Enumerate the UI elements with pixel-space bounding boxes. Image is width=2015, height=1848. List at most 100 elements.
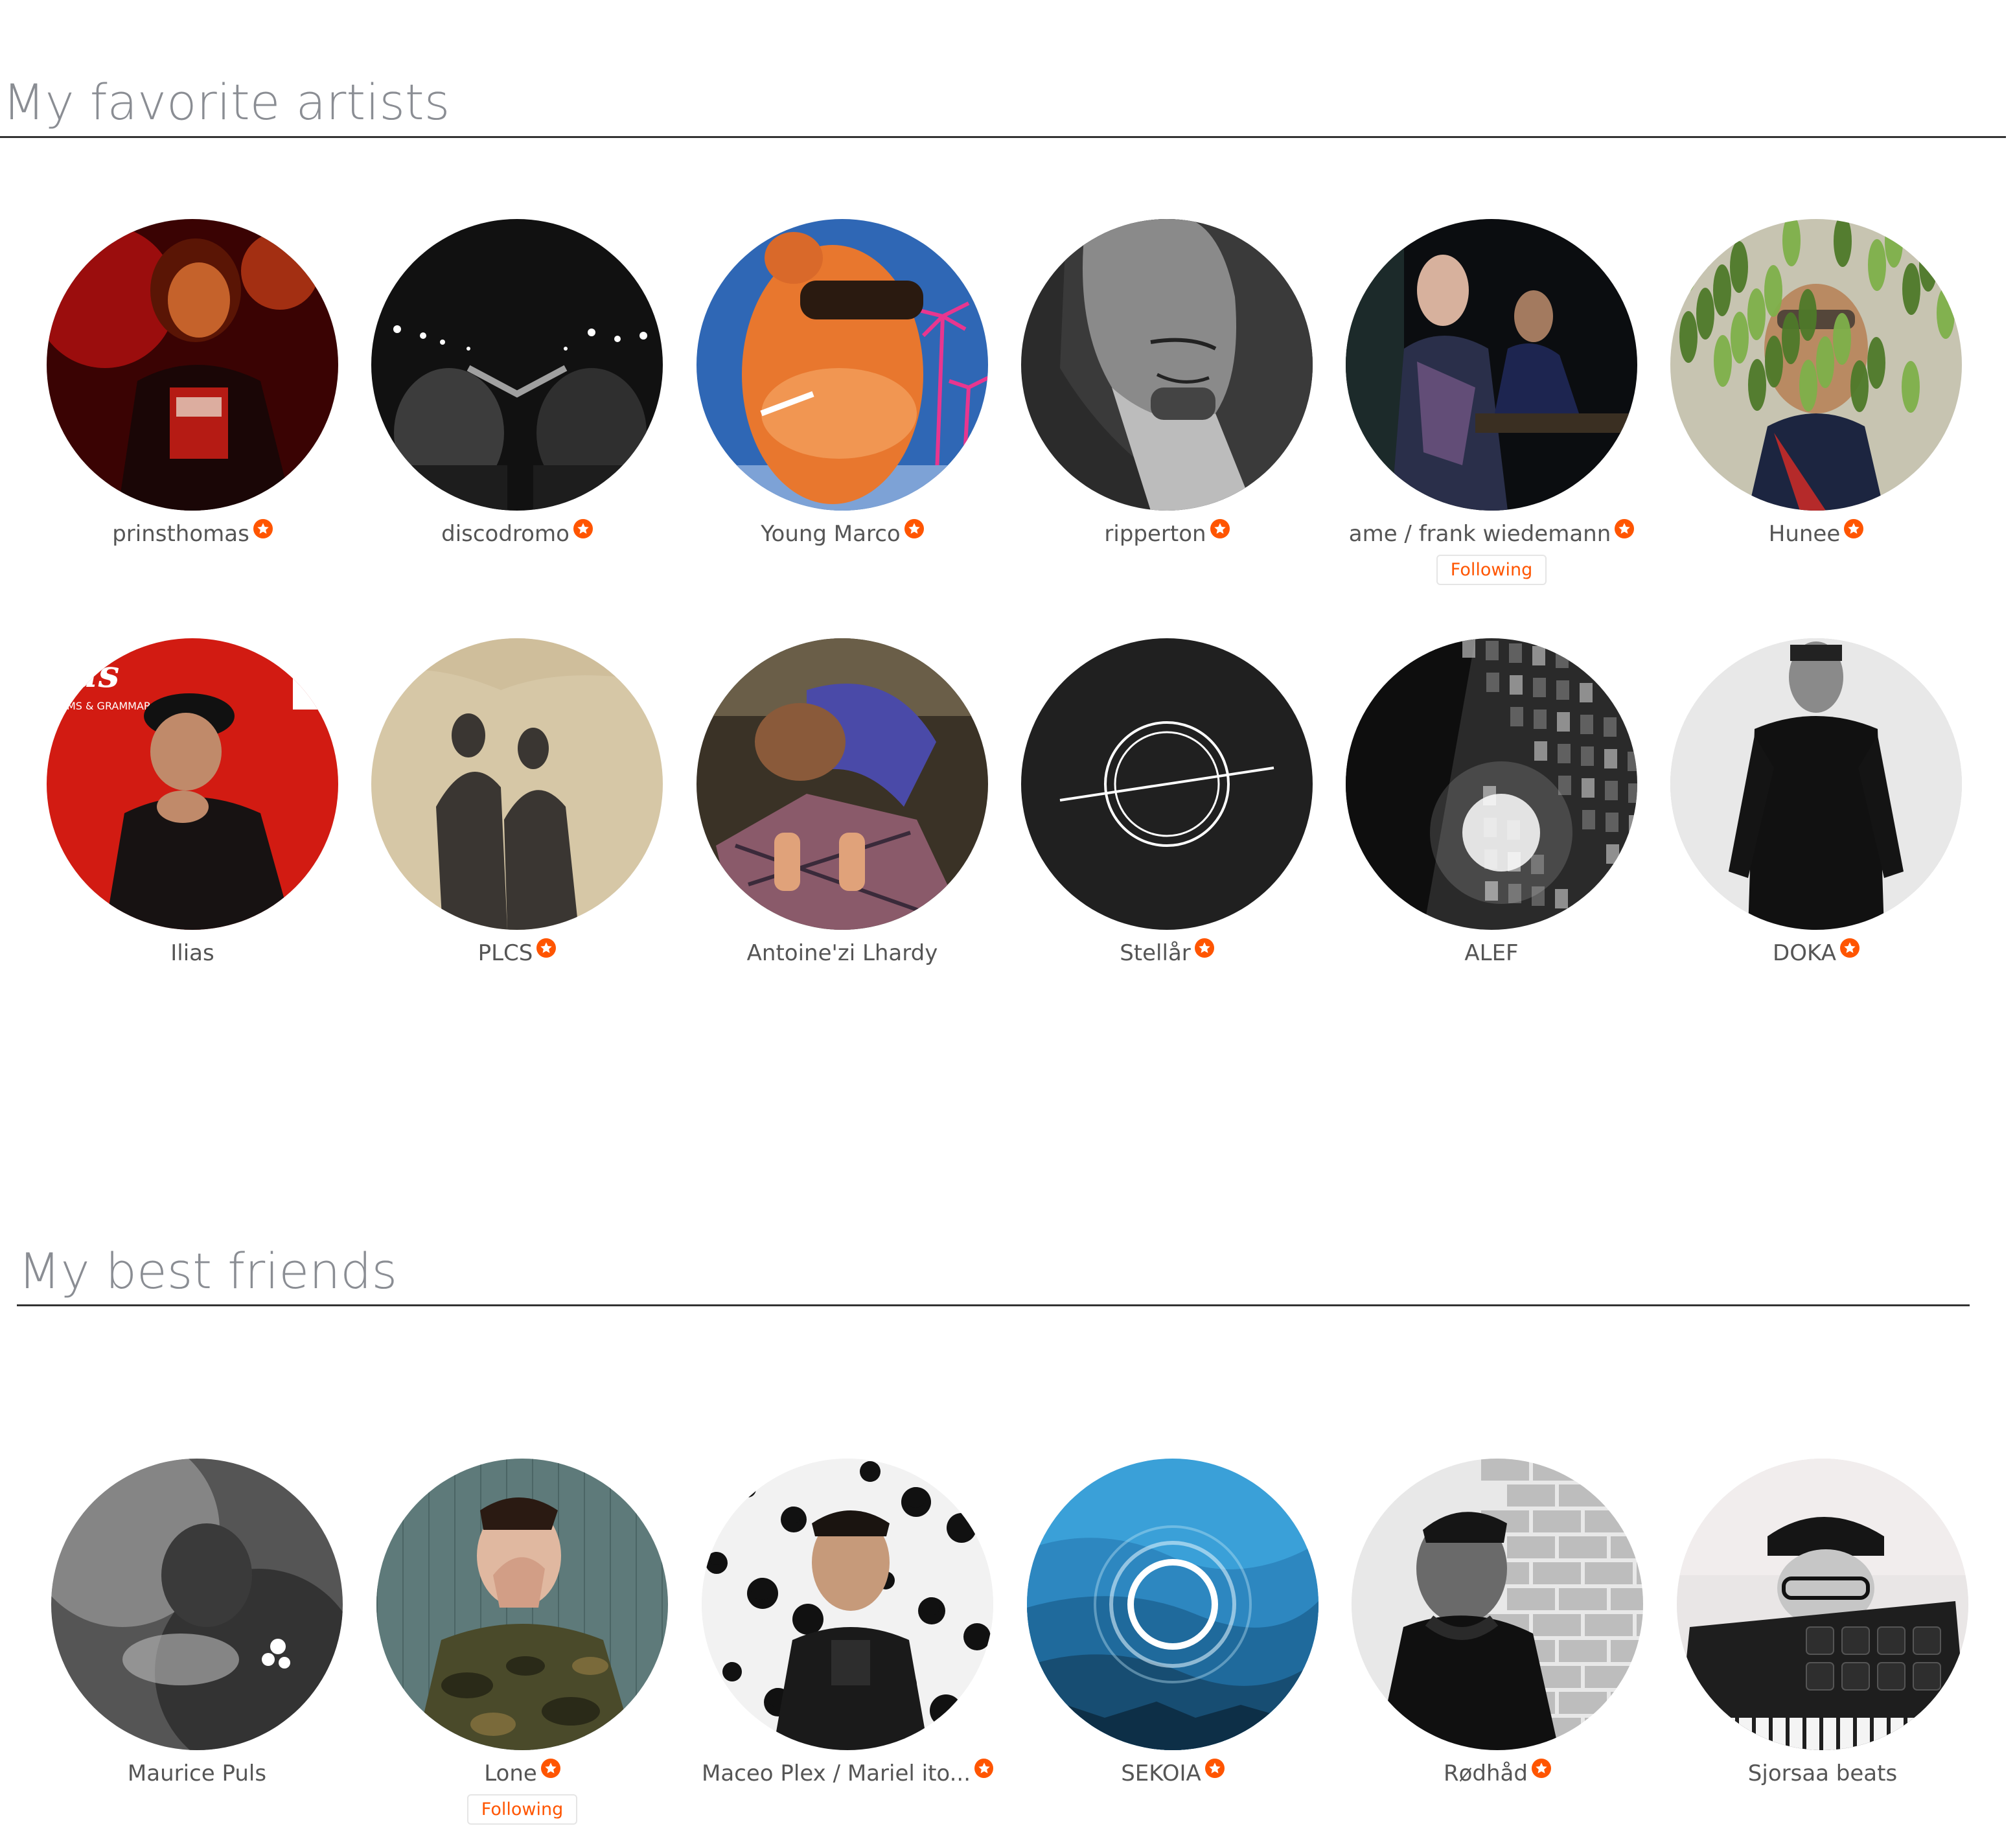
artist-avatar[interactable] (702, 1459, 993, 1750)
star-icon (1199, 942, 1210, 953)
star-icon (978, 1762, 990, 1773)
artist-name-link[interactable]: Maceo Plex / Mariel ito... (702, 1761, 971, 1786)
artist-name-link[interactable]: discodromo (441, 521, 570, 547)
artist-card[interactable]: DOKA (1670, 638, 1962, 967)
artist-card[interactable]: Maceo Plex / Mariel ito... (702, 1459, 993, 1788)
svg-text:AMS & GRAMMAR: AMS & GRAMMAR (60, 700, 151, 712)
artist-name-row: Stellår (1021, 938, 1313, 967)
artist-name-row: Ilias (47, 939, 338, 967)
artist-name-link[interactable]: Maurice Puls (128, 1761, 266, 1786)
artist-name-row: discodromo (371, 519, 663, 548)
artist-name-row: Maurice Puls (51, 1759, 343, 1788)
artist-avatar[interactable] (1021, 638, 1313, 930)
pro-badge-icon (1844, 519, 1864, 538)
section-divider (17, 1304, 1970, 1306)
artist-avatar[interactable] (1670, 638, 1962, 930)
artist-name-row: Young Marco (697, 519, 988, 548)
artist-card[interactable]: Antoine'zi Lhardy (697, 638, 988, 967)
artist-name-link[interactable]: ripperton (1104, 521, 1206, 547)
artist-name-link[interactable]: SEKOIA (1121, 1761, 1201, 1786)
pro-badge-icon (536, 938, 557, 958)
pro-badge-icon (573, 519, 593, 538)
artist-name-link[interactable]: Antoine'zi Lhardy (747, 940, 938, 966)
artist-card[interactable]: Sjorsaa beats (1677, 1459, 1968, 1788)
artist-name-row: DOKA (1670, 938, 1962, 967)
artist-card[interactable]: Stellår (1021, 638, 1313, 967)
artist-avatar[interactable] (47, 219, 338, 511)
artist-name-link[interactable]: Stellår (1120, 940, 1191, 966)
artist-card[interactable]: ias AMS & GRAMMAR Ilias (47, 638, 338, 967)
star-icon (1209, 1762, 1221, 1773)
artist-avatar[interactable]: ias AMS & GRAMMAR (47, 638, 338, 930)
artist-avatar[interactable] (1677, 1459, 1968, 1750)
artist-name-row: Lone (376, 1759, 668, 1788)
pro-badge-icon (904, 519, 924, 538)
artist-name-row: Sjorsaa beats (1677, 1759, 1968, 1788)
artist-avatar[interactable] (376, 1459, 668, 1750)
artist-name-link[interactable]: prinsthomas (112, 521, 249, 547)
artist-card[interactable]: Lone Following (376, 1459, 668, 1825)
artist-name-row: ALEF (1346, 939, 1637, 967)
artist-avatar[interactable] (1027, 1459, 1318, 1750)
artist-avatar[interactable] (1021, 219, 1313, 511)
artist-name-link[interactable]: Sjorsaa beats (1748, 1761, 1897, 1786)
artist-card[interactable]: Rødhåd (1352, 1459, 1643, 1788)
artist-avatar[interactable] (51, 1459, 343, 1750)
star-icon (908, 523, 920, 534)
artist-name-link[interactable]: ALEF (1464, 940, 1518, 966)
svg-text:ias: ias (60, 652, 119, 696)
star-icon (545, 1762, 557, 1773)
artist-name-link[interactable]: Lone (484, 1761, 537, 1786)
artist-card[interactable]: SEKOIA (1027, 1459, 1318, 1788)
artist-card[interactable]: ame / frank wiedemann Following (1346, 219, 1637, 585)
artist-name-row: Hunee (1670, 519, 1962, 548)
artist-avatar[interactable] (697, 638, 988, 930)
artist-card[interactable]: discodromo (371, 219, 663, 548)
artist-name-row: Maceo Plex / Mariel ito... (702, 1759, 993, 1788)
artist-card[interactable]: Hunee (1670, 219, 1962, 548)
artist-card[interactable]: ALEF (1346, 638, 1637, 967)
artist-name-row: Rødhåd (1352, 1759, 1643, 1788)
following-button[interactable]: Following (1436, 555, 1547, 585)
star-icon (257, 523, 269, 534)
artist-card[interactable]: PLCS (371, 638, 663, 967)
artist-avatar[interactable] (371, 219, 663, 511)
star-icon (1844, 942, 1856, 953)
pro-badge-icon (1194, 938, 1214, 958)
section-title: My favorite artists (3, 73, 450, 131)
artist-name-link[interactable]: ame / frank wiedemann (1349, 521, 1611, 547)
star-icon (1536, 1762, 1547, 1773)
star-icon (1618, 523, 1630, 534)
pro-badge-icon (1210, 519, 1230, 538)
artist-name-link[interactable]: Ilias (170, 940, 214, 966)
following-button[interactable]: Following (466, 1794, 578, 1825)
pro-badge-icon (253, 519, 273, 538)
pro-badge-icon (974, 1759, 993, 1778)
section-divider (0, 136, 2006, 138)
star-icon (1214, 523, 1226, 534)
artist-card[interactable]: Young Marco (697, 219, 988, 548)
artist-name-row: ame / frank wiedemann (1346, 519, 1637, 548)
artist-avatar[interactable] (1346, 638, 1637, 930)
artist-card[interactable]: prinsthomas (47, 219, 338, 548)
artist-avatar[interactable] (371, 638, 663, 930)
pro-badge-icon (1839, 938, 1860, 958)
artist-name-link[interactable]: DOKA (1773, 940, 1836, 966)
artist-avatar[interactable] (1352, 1459, 1643, 1750)
artist-name-link[interactable]: PLCS (478, 940, 533, 966)
pro-badge-icon (540, 1759, 560, 1778)
artist-name-row: PLCS (371, 938, 663, 967)
artist-avatar[interactable] (697, 219, 988, 511)
star-icon (540, 942, 553, 953)
star-icon (577, 523, 589, 534)
artist-avatar[interactable] (1670, 219, 1962, 511)
section-title: My best friends (18, 1242, 398, 1300)
artist-name-link[interactable]: Hunee (1769, 521, 1841, 547)
artist-card[interactable]: ripperton (1021, 219, 1313, 548)
artist-name-row: ripperton (1021, 519, 1313, 548)
artist-name-row: prinsthomas (47, 519, 338, 548)
artist-name-link[interactable]: Young Marco (761, 521, 900, 547)
artist-card[interactable]: Maurice Puls (51, 1459, 343, 1788)
artist-avatar[interactable] (1346, 219, 1637, 511)
artist-name-link[interactable]: Rødhåd (1444, 1761, 1528, 1786)
